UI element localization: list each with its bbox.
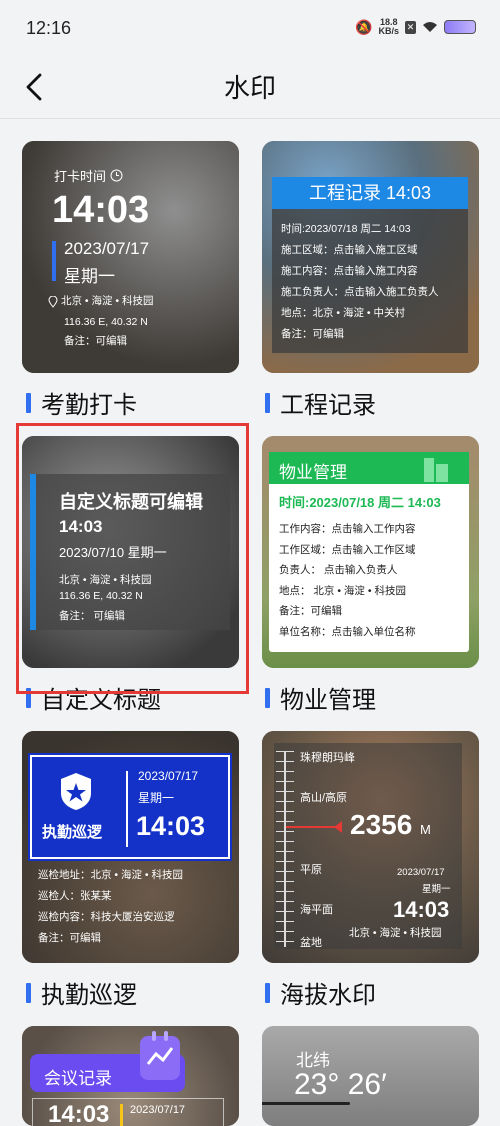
info-line: 地点：北京 • 海淀 • 中关村 — [281, 307, 406, 319]
wifi-icon — [423, 22, 437, 32]
label-text: 工程记录 — [280, 392, 376, 419]
note-text: 备注：可编辑 — [64, 335, 127, 347]
altitude-unit: M — [420, 822, 431, 837]
battery-icon — [444, 20, 476, 34]
badge-divider — [126, 771, 128, 847]
info-line: 巡检内容：科技大厦治安巡逻 — [38, 911, 175, 923]
card-label-patrol: 执勤巡逻 — [26, 975, 137, 1010]
meeting-accent — [120, 1104, 123, 1126]
altitude-level: 平原 — [300, 864, 322, 876]
altitude-weekday: 星期一 — [422, 884, 451, 895]
engineering-lines: 时间:2023/07/18 周二 14:03 施工区域：点击输入施工区域 施工内… — [281, 219, 439, 345]
status-bar: 12:16 🔕 18.8 KB/s ✕ — [0, 0, 500, 60]
label-text: 海拔水印 — [280, 982, 376, 1009]
patrol-time: 14:03 — [136, 811, 206, 841]
info-line: 备注：可编辑 — [279, 605, 342, 617]
selection-highlight — [16, 423, 249, 694]
latitude-value: 23° 26′ — [294, 1068, 387, 1101]
building-icon — [424, 458, 448, 482]
altitude-location: 北京 • 海淀 • 科技园 — [349, 927, 442, 939]
altitude-level: 海平面 — [300, 904, 333, 916]
patrol-weekday: 星期一 — [138, 791, 175, 805]
header-divider — [0, 118, 500, 119]
watermark-card-meeting[interactable]: 会议记录 14:03 2023/07/17 — [22, 1026, 239, 1126]
header: 水印 — [0, 60, 500, 118]
property-title: 物业管理 — [279, 463, 347, 482]
info-line: 备注：可编辑 — [281, 328, 344, 340]
info-line: 施工区域：点击输入施工区域 — [281, 244, 418, 256]
mute-icon: 🔕 — [355, 18, 373, 35]
info-line: 负责人： 点击输入负责人 — [279, 564, 398, 576]
altitude-date: 2023/07/17 — [397, 867, 445, 878]
info-line: 巡检人：张某某 — [38, 890, 112, 902]
watermark-card-patrol[interactable]: 执勤巡逻 2023/07/17 星期一 14:03 巡检地址：北京 • 海淀 •… — [22, 731, 239, 963]
status-time: 12:16 — [26, 18, 72, 38]
location-text: 北京 • 海淀 • 科技园 — [61, 295, 154, 307]
patrol-badge-text: 执勤巡逻 — [42, 824, 103, 841]
clock-time: 14:03 — [52, 189, 150, 231]
watermark-card-latitude[interactable]: 北纬 23° 26′ — [262, 1026, 479, 1126]
altitude-ticks — [276, 751, 294, 947]
property-lines: 工作内容：点击输入工作内容 工作区域：点击输入工作区域 负责人： 点击输入负责人… — [279, 519, 416, 642]
location-pin-icon — [48, 295, 58, 308]
meeting-title: 会议记录 — [44, 1069, 112, 1088]
altitude-level: 珠穆朗玛峰 — [300, 752, 355, 764]
notepad-chart-icon — [140, 1031, 180, 1080]
card-label-altitude: 海拔水印 — [265, 975, 376, 1010]
card-label-property: 物业管理 — [265, 680, 376, 715]
altitude-level: 盆地 — [300, 937, 322, 949]
watermark-card-property[interactable]: 物业管理 时间:2023/07/18 周二 14:03 工作内容：点击输入工作内… — [262, 436, 479, 668]
status-icons: 🔕 18.8 KB/s ✕ — [355, 18, 476, 36]
altitude-marker-line — [286, 826, 338, 828]
card-label-attendance: 考勤打卡 — [26, 385, 137, 420]
info-line: 工作区域：点击输入工作区域 — [279, 543, 416, 556]
coords-text: 116.36 E, 40.32 N — [64, 316, 148, 328]
speed-unit: KB/s — [378, 26, 399, 36]
patrol-lines: 巡检地址：北京 • 海淀 • 科技园 巡检人：张某某 巡检内容：科技大厦治安巡逻… — [38, 865, 183, 949]
date-accent-bar — [52, 241, 56, 281]
property-time: 时间:2023/07/18 周二 14:03 — [279, 495, 441, 510]
altitude-value: 2356 — [350, 809, 413, 840]
home-indicator — [262, 1102, 350, 1105]
info-line: 巡检地址：北京 • 海淀 • 科技园 — [38, 869, 184, 881]
patrol-date: 2023/07/17 — [138, 769, 199, 783]
clock-title-row: 打卡时间 — [54, 166, 123, 185]
network-speed: 18.8 KB/s — [378, 18, 399, 36]
info-line: 时间:2023/07/18 周二 14:03 — [281, 223, 411, 235]
info-line: 施工内容：点击输入施工内容 — [281, 265, 418, 277]
info-line: 地点： 北京 • 海淀 • 科技园 — [279, 584, 406, 597]
location-row: 北京 • 海淀 • 科技园 — [48, 291, 154, 312]
altitude-level: 高山/高原 — [300, 792, 348, 804]
meeting-time: 14:03 — [48, 1101, 110, 1126]
watermark-card-altitude[interactable]: 珠穆朗玛峰 高山/高原 2356 M 平原 2023/07/17 星期一 海平面… — [262, 731, 479, 963]
watermark-card-engineering[interactable]: 工程记录 14:03 时间:2023/07/18 周二 14:03 施工区域：点… — [262, 141, 479, 373]
label-text: 物业管理 — [280, 687, 376, 714]
clock-title: 打卡时间 — [54, 169, 107, 184]
clock-date: 2023/07/17 — [64, 239, 150, 258]
info-line: 施工负责人：点击输入施工负责人 — [281, 286, 439, 298]
label-text: 执勤巡逻 — [41, 982, 137, 1009]
label-text: 考勤打卡 — [41, 392, 137, 419]
info-line: 备注：可编辑 — [38, 932, 101, 944]
altitude-time: 14:03 — [393, 897, 450, 922]
card-label-engineering: 工程记录 — [265, 385, 376, 420]
watermark-card-attendance[interactable]: 打卡时间 14:03 2023/07/17 星期一 北京 • 海淀 • 科技园 … — [22, 141, 239, 373]
info-line: 工作内容：点击输入工作内容 — [279, 523, 416, 535]
page-title: 水印 — [223, 73, 276, 103]
info-line: 单位名称：点击输入单位名称 — [279, 625, 416, 638]
altitude-marker-arrow — [334, 821, 342, 833]
sim-off-icon: ✕ — [405, 20, 416, 34]
engineering-title: 工程记录 14:03 — [272, 177, 468, 209]
shield-star-icon — [61, 773, 91, 810]
clock-weekday: 星期一 — [64, 267, 115, 286]
clock-icon — [110, 169, 123, 182]
meeting-date: 2023/07/17 — [130, 1104, 186, 1116]
